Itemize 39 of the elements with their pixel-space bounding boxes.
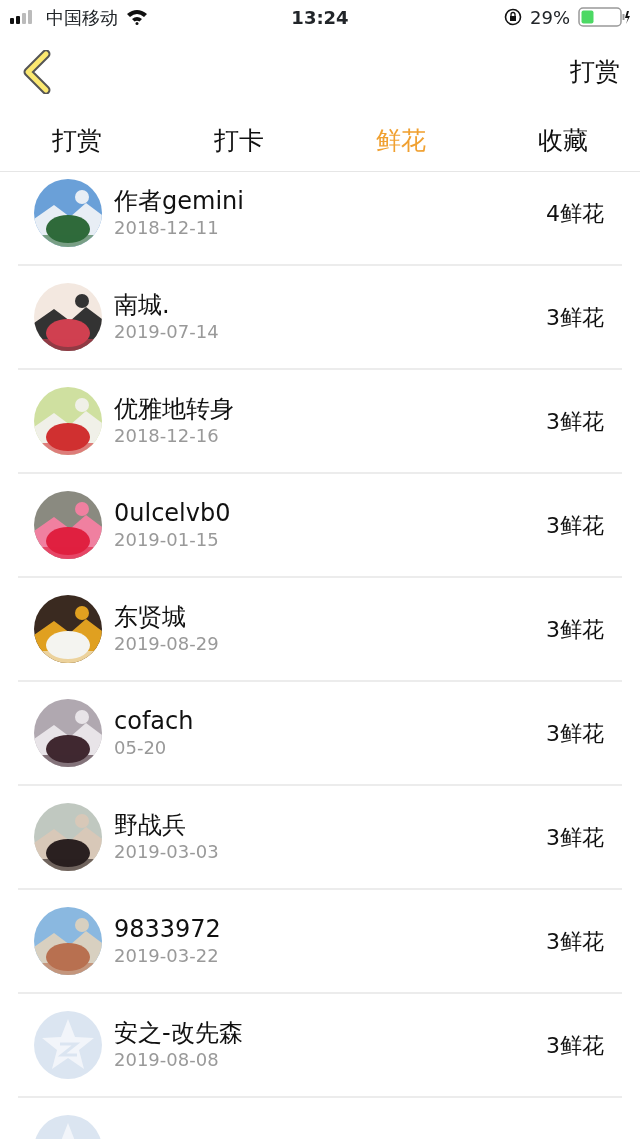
flower-count: 3鲜花	[546, 1031, 604, 1060]
rotation-lock-icon	[504, 8, 522, 26]
flower-count: 3鲜花	[546, 511, 604, 540]
clock-time: 13:24	[291, 5, 349, 30]
user-name: 东贤城	[114, 602, 187, 632]
avatar-icon	[34, 1011, 102, 1079]
flower-count: 3鲜花	[546, 615, 604, 644]
tab[interactable]: 打卡	[208, 121, 270, 160]
battery-percent: 29%	[530, 5, 570, 30]
date-text: 05-20	[114, 735, 168, 760]
date-text: 2019-07-14	[114, 319, 219, 344]
user-name: 作者gemini	[114, 186, 244, 216]
back-button[interactable]	[22, 50, 52, 94]
date-text: 2019-01-15	[114, 527, 220, 552]
flower-count: 4鲜花	[546, 199, 604, 228]
wifi-icon	[126, 9, 148, 25]
user-name: 优雅地转身	[114, 394, 234, 424]
date-text: 2019-03-22	[114, 943, 220, 968]
flower-count: 3鲜花	[546, 719, 604, 748]
flower-count: 3鲜花	[546, 303, 604, 332]
battery-icon	[578, 7, 630, 27]
date-text: 2019-08-08	[114, 1047, 220, 1072]
flower-count: 3鲜花	[546, 927, 604, 956]
user-name: 南城.	[114, 290, 171, 320]
flower-count: 3鲜花	[546, 823, 604, 852]
tab[interactable]: 收藏	[532, 121, 594, 160]
user-name: 安之-改先森	[114, 1018, 243, 1048]
user-name: 9833972	[114, 914, 221, 944]
date-text: 2018-12-11	[114, 215, 220, 240]
carrier-name: 中国移动	[46, 5, 118, 30]
user-name: 野战兵	[114, 810, 187, 840]
tab[interactable]: 打赏	[46, 121, 108, 160]
date-text: 2018-12-16	[114, 423, 220, 448]
flower-count: 3鲜花	[546, 407, 604, 436]
tip-button[interactable]: 打赏	[570, 53, 620, 91]
user-name: 0ulcelvb0	[114, 498, 231, 528]
user-name: cofach	[114, 706, 194, 736]
date-text: 2019-08-29	[114, 631, 219, 656]
date-text: 2019-03-03	[114, 839, 219, 864]
